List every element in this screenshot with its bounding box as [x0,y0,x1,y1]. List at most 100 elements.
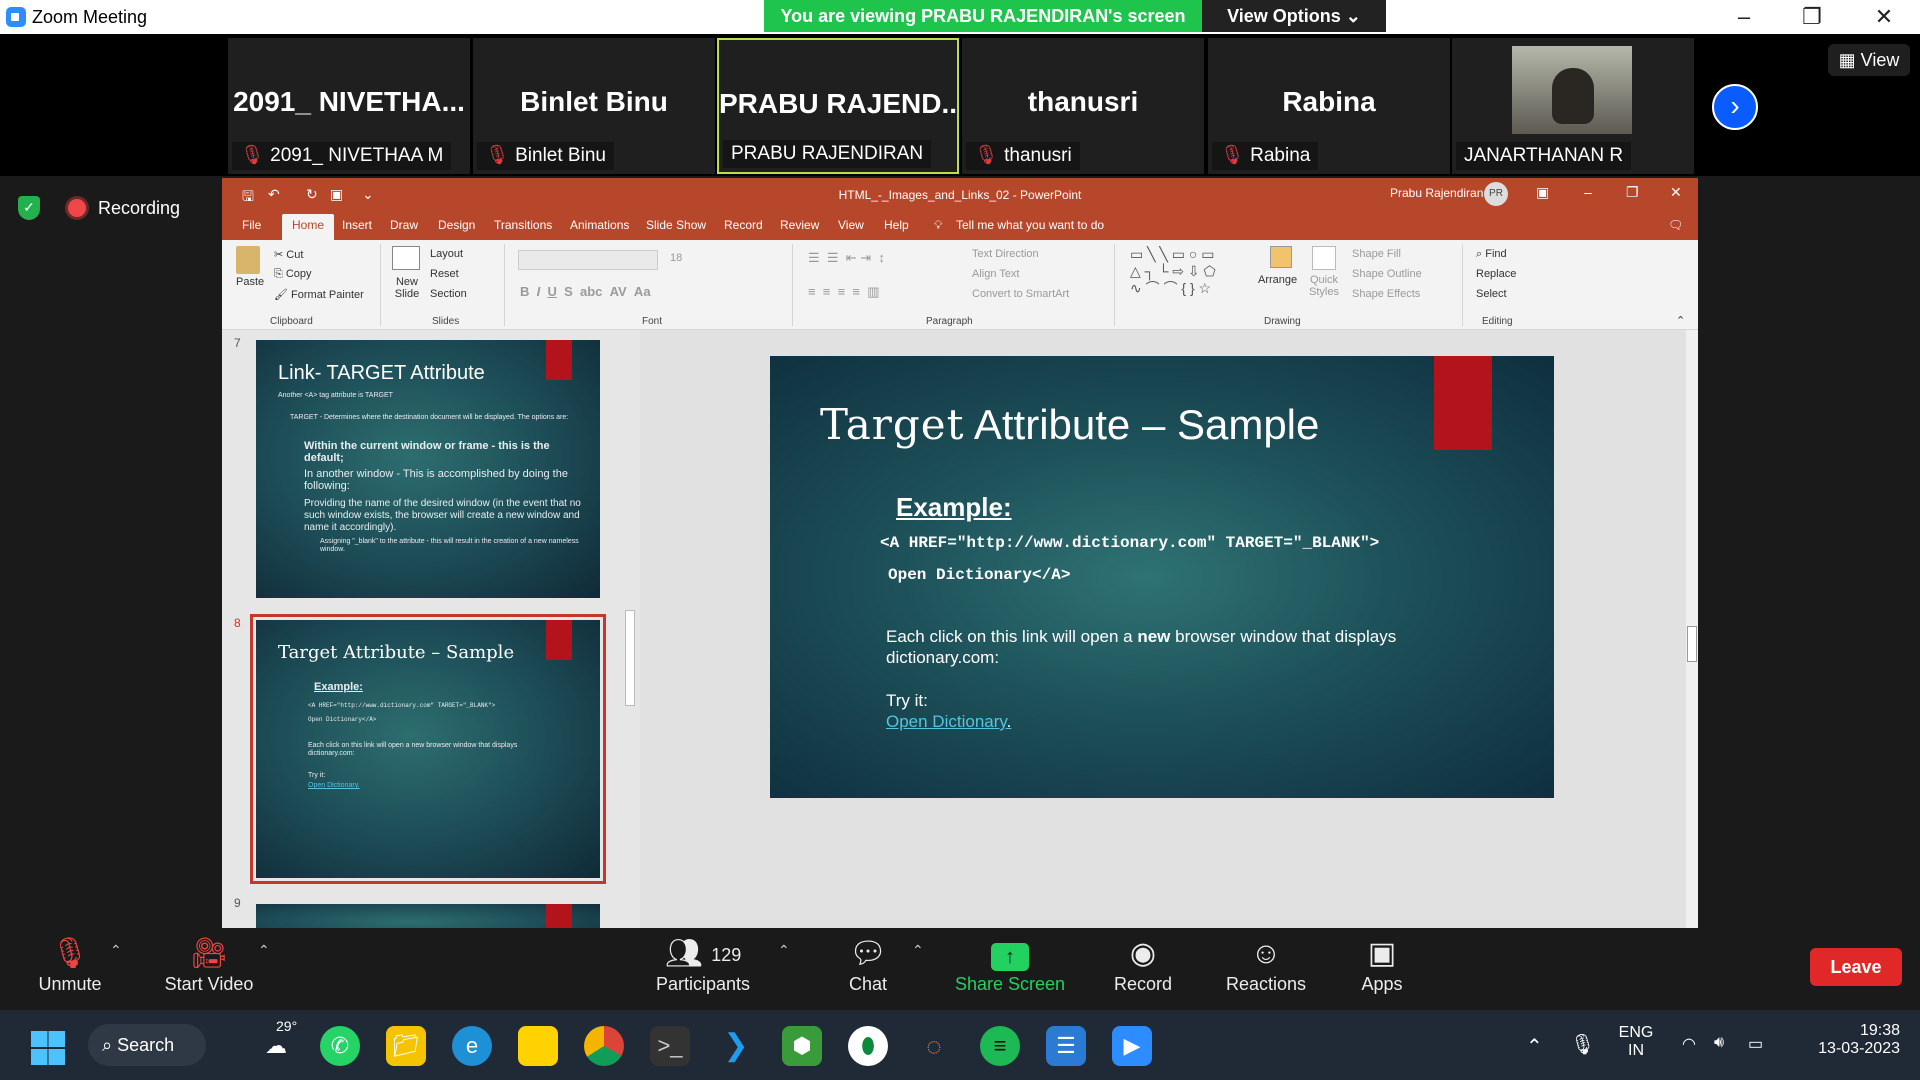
shapes-gallery[interactable]: ▭ ╲ ╲ ▭ ○ ▭ △ ┐ └ ⇨ ⇩ ⬠ ∿ ⌒ ⌒ { } ☆ [1130,246,1216,297]
view-options-button[interactable]: View Options ⌄ [1202,0,1386,32]
tab-review[interactable]: Review [780,218,819,232]
font-format-icons[interactable]: B I U S abc AV Aa [520,284,651,299]
save-icon[interactable]: 🖫︎ [242,186,254,210]
participant-tile[interactable]: thanusri 🎙︎ thanusri [962,38,1204,174]
scroll-thumb[interactable] [1687,626,1697,662]
participant-tile[interactable]: Rabina 🎙︎ Rabina [1208,38,1450,174]
security-shield-icon[interactable]: ✓ [18,196,40,220]
open-dictionary-link[interactable]: Open Dictionary. [886,712,1011,732]
present-icon[interactable]: ▣ [330,186,343,203]
clock[interactable]: 19:38 13-03-2023 [1800,1022,1900,1058]
quick-styles-icon[interactable] [1312,246,1336,270]
battery-icon[interactable]: ▭ [1748,1034,1763,1054]
collapse-ribbon-icon[interactable]: ⌃ [1676,314,1685,327]
taskbar-search-box[interactable]: ⌕ Search [88,1024,206,1066]
file-explorer-icon[interactable]: 📁︎ [386,1026,426,1066]
microphone-icon[interactable]: 🎙︎ [1570,1032,1595,1057]
tab-view[interactable]: View [838,218,864,232]
slide-thumbnail-selected[interactable]: Target Attribute – Sample Example: <A HR… [250,614,606,884]
wifi-icon[interactable]: ◠ [1682,1034,1696,1054]
chat-options-caret[interactable]: ⌃ [912,942,924,959]
tab-design[interactable]: Design [438,218,475,232]
select-button[interactable]: Select [1476,288,1507,300]
notepad-icon[interactable]: ☰ [1046,1026,1086,1066]
zoom-taskbar-icon[interactable]: ▶ [1112,1026,1152,1066]
tell-me-search[interactable]: Tell me what you want to do [956,218,1104,232]
start-video-button[interactable]: 🎥︎ Start Video [154,934,264,995]
example-heading[interactable]: Example: [896,492,1012,523]
current-slide[interactable]: Target Attribute – Sample Example: <A HR… [770,356,1554,798]
cut-button[interactable]: ✂ Cut [274,248,303,261]
replace-button[interactable]: Replace [1476,268,1516,280]
share-screen-button[interactable]: ↑ Share Screen [952,934,1068,995]
tab-insert[interactable]: Insert [342,218,372,232]
arrange-icon[interactable] [1270,246,1292,268]
tab-animations[interactable]: Animations [570,218,629,232]
participants-options-caret[interactable]: ⌃ [778,942,790,959]
audio-options-caret[interactable]: ⌃ [110,942,122,959]
slide-title[interactable]: Target Attribute – Sample [820,400,1319,449]
section-button[interactable]: Section [430,288,467,300]
shape-effects-button[interactable]: Shape Effects [1352,288,1420,300]
language-indicator[interactable]: ENG IN [1618,1024,1654,1060]
tab-home[interactable]: Home [282,214,335,240]
gallery-next-arrow-icon[interactable]: › [1712,84,1758,130]
view-layout-button[interactable]: ▦ View [1828,44,1910,76]
leave-meeting-button[interactable]: Leave [1810,948,1902,986]
ppt-user-avatar[interactable]: PR [1484,182,1508,206]
redo-icon[interactable]: ↻ [306,186,318,203]
thumbnail-scrollbar[interactable] [620,330,640,928]
code-line[interactable]: Open Dictionary</A> [888,566,1070,584]
close-button[interactable]: ✕ [1856,0,1912,34]
terminal-icon[interactable]: >_ [650,1026,690,1066]
windows-start-icon[interactable] [28,1028,68,1068]
font-size-box[interactable]: 18 [670,252,710,272]
customize-qat-icon[interactable]: ⌄ [362,186,374,203]
participant-tile-active-speaker[interactable]: PRABU RAJEND... PRABU RAJENDIRAN [717,38,959,174]
edge-browser-icon[interactable]: e [452,1026,492,1066]
reactions-button[interactable]: ☺ Reactions [1220,934,1312,995]
maximize-button[interactable]: ❐ [1784,0,1840,34]
undo-icon[interactable]: ↶ [268,186,280,203]
show-hidden-icons-chevron[interactable]: ⌃ [1526,1034,1543,1059]
ppt-close-icon[interactable]: ✕ [1670,184,1682,201]
reset-button[interactable]: Reset [430,268,459,280]
chrome-icon[interactable] [584,1026,624,1066]
slide-body-text[interactable]: Each click on this link will open a new … [886,626,1486,668]
code-line[interactable]: <A HREF="http://www.dictionary.com" TARG… [880,534,1379,552]
minimize-button[interactable]: – [1716,0,1772,34]
participant-tile[interactable]: 2091_ NIVETHA... 🎙︎ 2091_ NIVETHAA M [228,38,470,174]
slide-vertical-scrollbar[interactable] [1686,330,1698,928]
text-direction-button[interactable]: Text Direction [972,248,1039,260]
tab-file[interactable]: File [242,218,261,232]
list-icons[interactable]: ☰ ☰ ⇤ ⇥ ↕ [808,250,885,266]
recording-label[interactable]: Recording [98,194,180,222]
shape-fill-button[interactable]: Shape Fill [1352,248,1401,260]
video-options-caret[interactable]: ⌃ [258,942,270,959]
unmute-button[interactable]: 🎙︎ Unmute [26,934,114,995]
new-slide-button[interactable]: New Slide [390,276,424,300]
tab-draw[interactable]: Draw [390,218,418,232]
whatsapp-icon[interactable]: ✆ [320,1026,360,1066]
tab-help[interactable]: Help [884,218,909,232]
align-text-button[interactable]: Align Text [972,268,1020,280]
ribbon-display-icon[interactable]: ▣ [1536,184,1549,201]
participants-button[interactable]: 👥︎ 129 Participants [648,934,758,995]
paste-icon[interactable] [236,246,260,274]
participant-tile[interactable]: JANARTHANAN R [1452,38,1694,174]
chat-button[interactable]: 💬︎ Chat [838,934,898,995]
scroll-thumb[interactable] [625,610,635,706]
align-icons[interactable]: ≡ ≡ ≡ ≡ ▥ [808,284,880,300]
sticky-notes-icon[interactable] [518,1026,558,1066]
copy-button[interactable]: ⎘ Copy [274,268,312,281]
apps-button[interactable]: ▣ Apps [1354,934,1410,995]
record-button[interactable]: ◉ Record [1108,934,1178,995]
format-painter-button[interactable]: 🖌︎ Format Painter [274,288,364,301]
tab-transitions[interactable]: Transitions [494,218,552,232]
ppt-restore-icon[interactable]: ❐ [1626,184,1639,201]
tab-record[interactable]: Record [724,218,763,232]
participant-tile[interactable]: Binlet Binu 🎙︎ Binlet Binu [473,38,715,174]
layout-button[interactable]: Layout [430,248,463,260]
quick-styles-button[interactable]: Quick Styles [1304,274,1344,298]
arrange-button[interactable]: Arrange [1258,274,1297,286]
